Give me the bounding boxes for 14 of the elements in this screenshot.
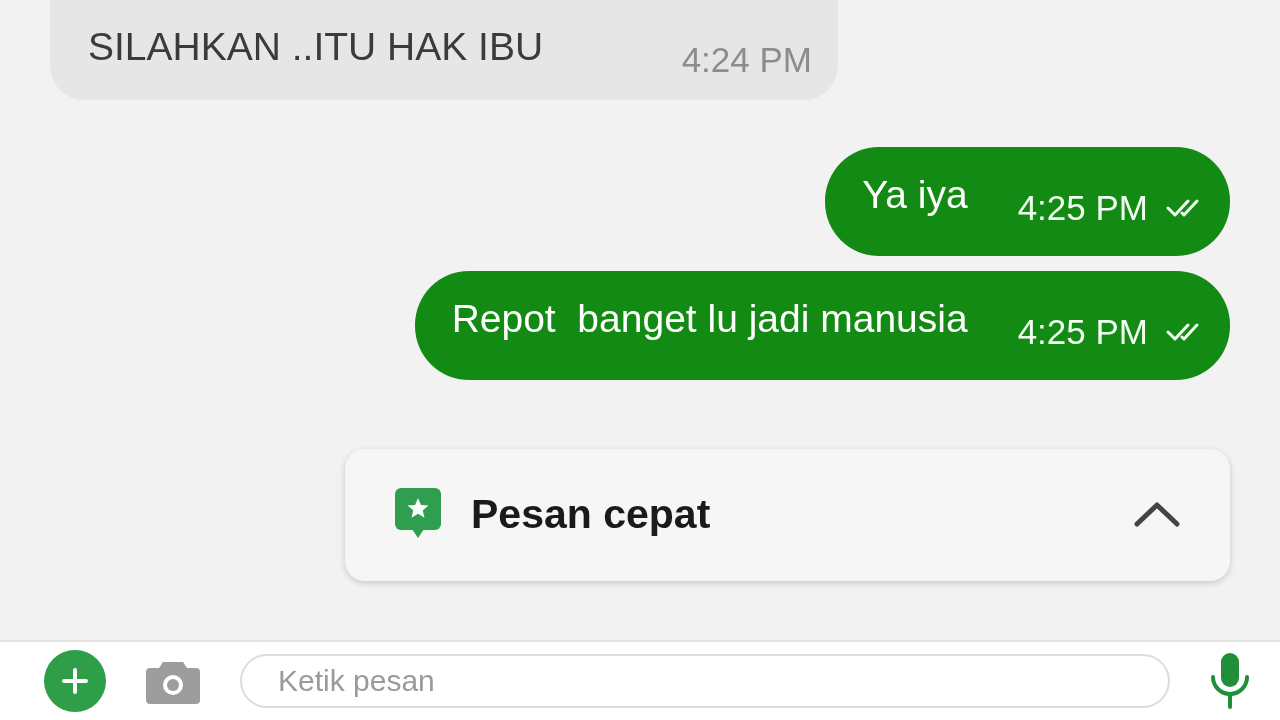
quick-reply-panel[interactable]: Pesan cepat [345, 449, 1230, 581]
star-speech-bubble-icon [395, 488, 441, 540]
message-text: SILAHKAN ..ITU HAK IBU [88, 25, 544, 69]
chevron-up-icon[interactable] [1134, 500, 1180, 528]
message-time: 4:25 PM [1017, 311, 1148, 353]
message-input[interactable]: Ketik pesan [240, 654, 1170, 708]
message-text: Repot banget lu jadi manusia [451, 297, 968, 341]
plus-icon [61, 667, 89, 695]
quick-reply-title: Pesan cepat [471, 490, 711, 539]
microphone-button[interactable] [1210, 653, 1250, 709]
microphone-icon [1210, 653, 1250, 709]
message-text: Ya iya [862, 173, 968, 217]
message-time: 4:24 PM [681, 39, 812, 81]
message-time: 4:25 PM [1017, 187, 1148, 229]
